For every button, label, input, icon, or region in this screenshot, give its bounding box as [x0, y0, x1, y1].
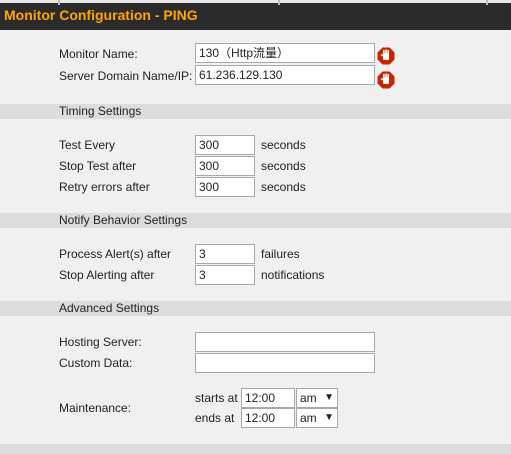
stop-alerting-unit: notifications	[261, 268, 325, 282]
custom-data-label: Custom Data:	[59, 356, 133, 370]
test-every-unit: seconds	[261, 138, 306, 152]
dropdown-arrow-icon: ▼	[324, 392, 334, 403]
monitor-name-input[interactable]: 130（Http流量）	[195, 43, 375, 63]
dropdown-arrow-icon: ▼	[324, 412, 334, 423]
monitor-name-label: Monitor Name:	[59, 47, 138, 61]
stop-test-input[interactable]: 300	[195, 156, 255, 176]
retry-errors-input[interactable]: 300	[195, 177, 255, 197]
custom-data-input[interactable]	[195, 353, 375, 373]
section-title: Advanced Settings	[59, 301, 160, 315]
section-title: Notify Behavior Settings	[59, 213, 188, 227]
retry-errors-label: Retry errors after	[59, 180, 150, 194]
tab-divider	[278, 0, 280, 5]
top-border	[0, 0, 511, 3]
stop-hand-icon	[377, 71, 395, 89]
tab-divider	[486, 0, 488, 5]
title-bar: Monitor Configuration - PING	[0, 0, 511, 30]
maintenance-label: Maintenance:	[59, 401, 132, 415]
process-alerts-input[interactable]: 3	[195, 244, 255, 264]
hosting-server-input[interactable]	[195, 332, 375, 352]
retry-errors-unit: seconds	[261, 180, 306, 194]
ends-at-label: ends at	[195, 411, 235, 425]
stop-alerting-input[interactable]: 3	[195, 265, 255, 285]
section-title: Timing Settings	[59, 104, 142, 118]
stop-test-unit: seconds	[261, 159, 306, 173]
process-alerts-label: Process Alert(s) after	[59, 247, 172, 261]
process-alerts-unit: failures	[261, 247, 300, 261]
starts-ampm-value: am	[300, 391, 317, 405]
stop-hand-icon	[377, 47, 395, 65]
ends-ampm-value: am	[300, 411, 317, 425]
server-domain-label: Server Domain Name/IP:	[59, 69, 193, 83]
stop-alerting-label: Stop Alerting after	[59, 268, 155, 282]
notify-settings-header: Notify Behavior Settings	[0, 213, 511, 228]
test-every-input[interactable]: 300	[195, 135, 255, 155]
footer-divider	[0, 444, 511, 454]
advanced-settings-header: Advanced Settings	[0, 301, 511, 316]
stop-test-label: Stop Test after	[59, 159, 137, 173]
ends-time-input[interactable]: 12:00	[241, 408, 295, 428]
starts-time-input[interactable]: 12:00	[241, 388, 295, 408]
ends-ampm-select[interactable]: am ▼	[296, 408, 338, 428]
starts-at-label: starts at	[195, 391, 238, 405]
starts-ampm-select[interactable]: am ▼	[296, 388, 338, 408]
page-title: Monitor Configuration - PING	[4, 7, 198, 23]
timing-settings-header: Timing Settings	[0, 104, 511, 119]
tab-divider	[58, 0, 60, 5]
hosting-server-label: Hosting Server:	[59, 335, 142, 349]
test-every-label: Test Every	[59, 138, 116, 152]
server-domain-input[interactable]: 61.236.129.130	[195, 65, 375, 85]
